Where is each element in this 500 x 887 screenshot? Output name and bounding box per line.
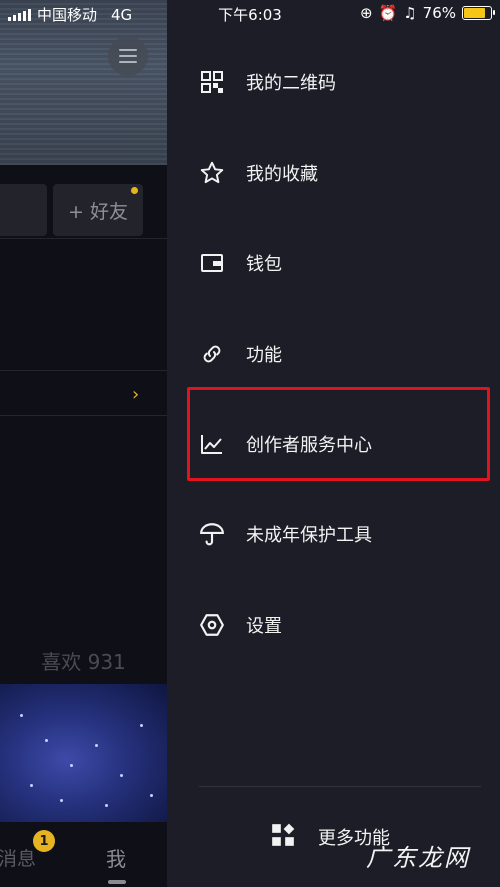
profile-background: + 好友 › 喜欢 931 [0, 0, 167, 887]
menu-item-label: 未成年保护工具 [246, 525, 372, 546]
battery-icon [462, 6, 495, 20]
divider [0, 370, 167, 371]
headphones-icon: ♫ [403, 4, 417, 22]
notification-dot [131, 187, 138, 194]
tab-me[interactable]: 我 [106, 843, 126, 872]
watermark-logo: 广东龙网 [366, 844, 470, 872]
edit-profile-button[interactable] [0, 184, 47, 236]
menu-item-wallet[interactable]: 钱包 [167, 228, 500, 298]
menu-item-favorites[interactable]: 我的收藏 [167, 138, 500, 208]
menu-item-label: 钱包 [246, 254, 282, 275]
menu-item-qr-code[interactable]: 我的二维码 [167, 47, 500, 117]
battery-percent: 76% [422, 4, 456, 22]
divider [0, 238, 167, 239]
wallet-icon [199, 250, 225, 276]
star-icon [199, 160, 225, 186]
add-friend-button[interactable]: + 好友 [53, 184, 143, 236]
tab-indicator [108, 880, 126, 884]
video-thumbnail[interactable] [0, 684, 167, 822]
chevron-right-icon[interactable]: › [132, 384, 139, 405]
link-icon [199, 341, 225, 367]
umbrella-icon [199, 521, 225, 547]
grid-icon [270, 822, 296, 852]
tab-messages[interactable]: 消息 [0, 844, 36, 871]
highlight-annotation [187, 387, 490, 481]
rotation-lock-icon: ⊕ [359, 4, 373, 22]
menu-item-settings[interactable]: 设置 [167, 590, 500, 660]
hexagon-settings-icon [199, 612, 225, 638]
menu-item-label: 我的收藏 [246, 164, 318, 185]
menu-item-label: 功能 [246, 345, 282, 366]
menu-item-label: 设置 [246, 616, 282, 637]
alarm-icon: ⏰ [378, 4, 398, 22]
menu-item-minor-protection[interactable]: 未成年保护工具 [167, 499, 500, 569]
qr-code-icon [199, 69, 225, 95]
status-bar: 中国移动 4G 下午6:03 ⊕ ⏰ ♫ 76% [0, 0, 500, 28]
divider [0, 415, 167, 416]
menu-item-features[interactable]: 功能 [167, 319, 500, 389]
hamburger-menu-icon[interactable] [108, 36, 148, 76]
divider [199, 786, 481, 787]
menu-item-label: 我的二维码 [246, 73, 336, 94]
messages-badge: 1 [33, 830, 55, 852]
likes-tab[interactable]: 喜欢 931 [0, 646, 167, 675]
